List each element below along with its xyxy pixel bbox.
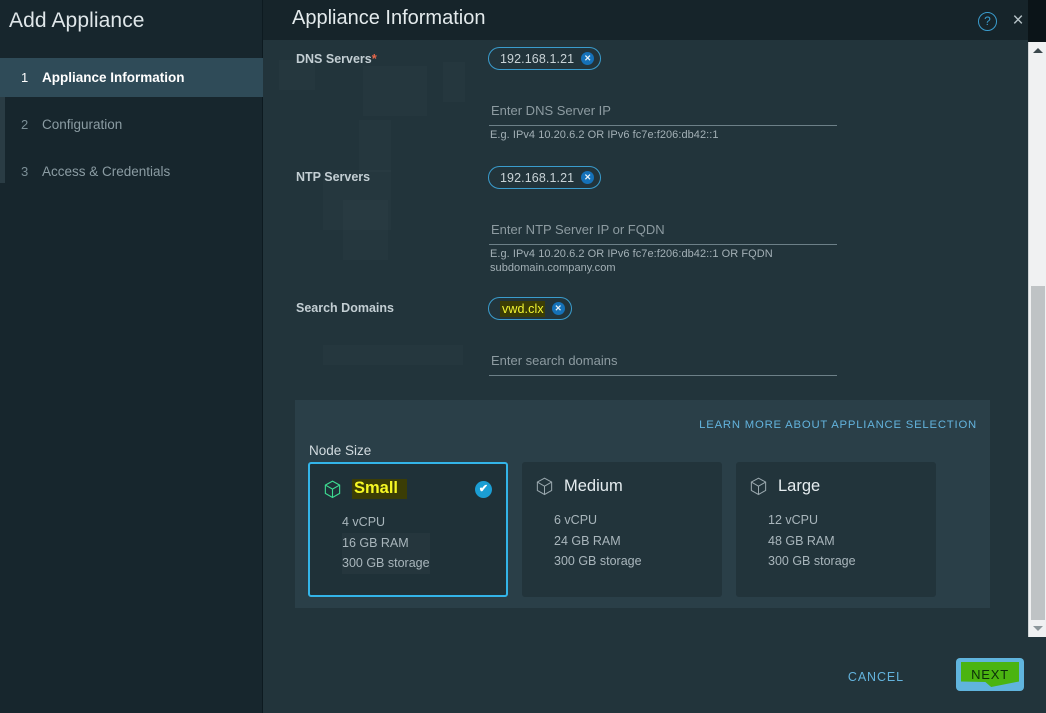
sidebar-item-appliance-information[interactable]: 1 Appliance Information [0,58,263,97]
card-header: Large [750,477,820,496]
ntp-server-chip[interactable]: 192.168.1.21 ✕ [488,166,601,189]
card-specs: 4 vCPU 16 GB RAM 300 GB storage [342,512,430,574]
card-title: Small [352,479,407,499]
dns-servers-label-text: DNS Servers [296,52,372,66]
appliance-form: DNS Servers* 192.168.1.21 ✕ E.g. IPv4 10… [263,40,1028,640]
spec-storage: 300 GB storage [554,551,642,572]
spec-storage: 300 GB storage [768,551,856,572]
card-specs: 6 vCPU 24 GB RAM 300 GB storage [554,510,642,572]
scrollbar-bottom-filler [1028,637,1046,713]
cube-icon [750,477,767,496]
card-title: Medium [564,477,623,496]
card-header: Medium [536,477,623,496]
page-title: Appliance Information [292,7,485,30]
step-label: Configuration [42,117,122,132]
chip-remove-icon[interactable]: ✕ [552,302,565,315]
step-number: 3 [21,164,42,179]
triangle-up-icon[interactable] [1029,42,1046,59]
step-number: 1 [21,70,42,85]
learn-more-link[interactable]: LEARN MORE ABOUT APPLIANCE SELECTION [699,419,977,431]
next-button-label: NEXT [956,658,1024,691]
dns-server-input[interactable] [489,100,837,126]
dns-servers-label: DNS Servers* [296,51,377,66]
wizard-footer: CANCEL NEXT [263,645,1046,713]
step-spacer [0,97,263,105]
cube-icon [324,480,341,499]
search-domains-label: Search Domains [296,301,394,315]
ntp-servers-label: NTP Servers [296,170,370,184]
node-size-label: Node Size [309,443,371,458]
help-icon[interactable]: ? [978,12,997,31]
scrollbar-thumb[interactable] [1031,286,1045,620]
step-number: 2 [21,117,42,132]
selected-check-icon: ✔ [475,481,492,498]
node-size-card-small[interactable]: Small ✔ 4 vCPU 16 GB RAM 300 GB storage [308,462,508,597]
main-panel: Appliance Information ? × DNS Servers* 1… [263,0,1046,713]
search-domains-input[interactable] [489,350,837,376]
panel-header: Appliance Information ? × [263,0,1046,40]
add-appliance-wizard: Add Appliance 1 Appliance Information 2 … [0,0,1046,713]
chip-label: 192.168.1.21 [500,171,574,185]
next-button[interactable]: NEXT [956,658,1024,691]
chip-label: 192.168.1.21 [500,52,574,66]
close-icon[interactable]: × [1007,10,1029,32]
vertical-scrollbar[interactable] [1028,42,1046,637]
ntp-hint-text: E.g. IPv4 10.20.6.2 OR IPv6 fc7e:f206:db… [490,247,773,275]
dns-hint-text: E.g. IPv4 10.20.6.2 OR IPv6 fc7e:f206:db… [490,128,719,142]
cube-icon [536,477,553,496]
ntp-server-input[interactable] [489,219,837,245]
chip-remove-icon[interactable]: ✕ [581,171,594,184]
spec-ram: 48 GB RAM [768,531,856,552]
step-label: Appliance Information [42,70,185,85]
node-size-card-medium[interactable]: Medium 6 vCPU 24 GB RAM 300 GB storage [522,462,722,597]
card-title: Large [778,477,820,496]
sidebar-item-configuration[interactable]: 2 Configuration [0,105,263,144]
search-domain-chip[interactable]: vwd.clx ✕ [488,297,572,320]
dns-server-chip[interactable]: 192.168.1.21 ✕ [488,47,601,70]
spec-vcpu: 12 vCPU [768,510,856,531]
chip-label: vwd.clx [500,301,545,317]
node-size-panel: LEARN MORE ABOUT APPLIANCE SELECTION Nod… [295,400,990,608]
step-label: Access & Credentials [42,164,170,179]
wizard-sidebar: Add Appliance 1 Appliance Information 2 … [0,0,263,713]
step-spacer [0,144,263,152]
spec-vcpu: 4 vCPU [342,512,430,533]
chip-remove-icon[interactable]: ✕ [581,52,594,65]
spec-storage: 300 GB storage [342,553,430,574]
node-size-card-large[interactable]: Large 12 vCPU 48 GB RAM 300 GB storage [736,462,936,597]
triangle-down-icon[interactable] [1029,620,1046,637]
spec-vcpu: 6 vCPU [554,510,642,531]
spec-ram: 16 GB RAM [342,533,430,554]
wizard-title: Add Appliance [9,9,145,33]
required-marker: * [372,51,377,66]
wizard-step-list: 1 Appliance Information 2 Configuration … [0,58,263,191]
cancel-button[interactable]: CANCEL [844,666,908,688]
spec-ram: 24 GB RAM [554,531,642,552]
card-header: Small [324,479,407,499]
sidebar-item-access-credentials[interactable]: 3 Access & Credentials [0,152,263,191]
card-specs: 12 vCPU 48 GB RAM 300 GB storage [768,510,856,572]
node-size-card-group: Small ✔ 4 vCPU 16 GB RAM 300 GB storage [308,462,936,597]
scrollbar-top-filler [1028,0,1046,42]
